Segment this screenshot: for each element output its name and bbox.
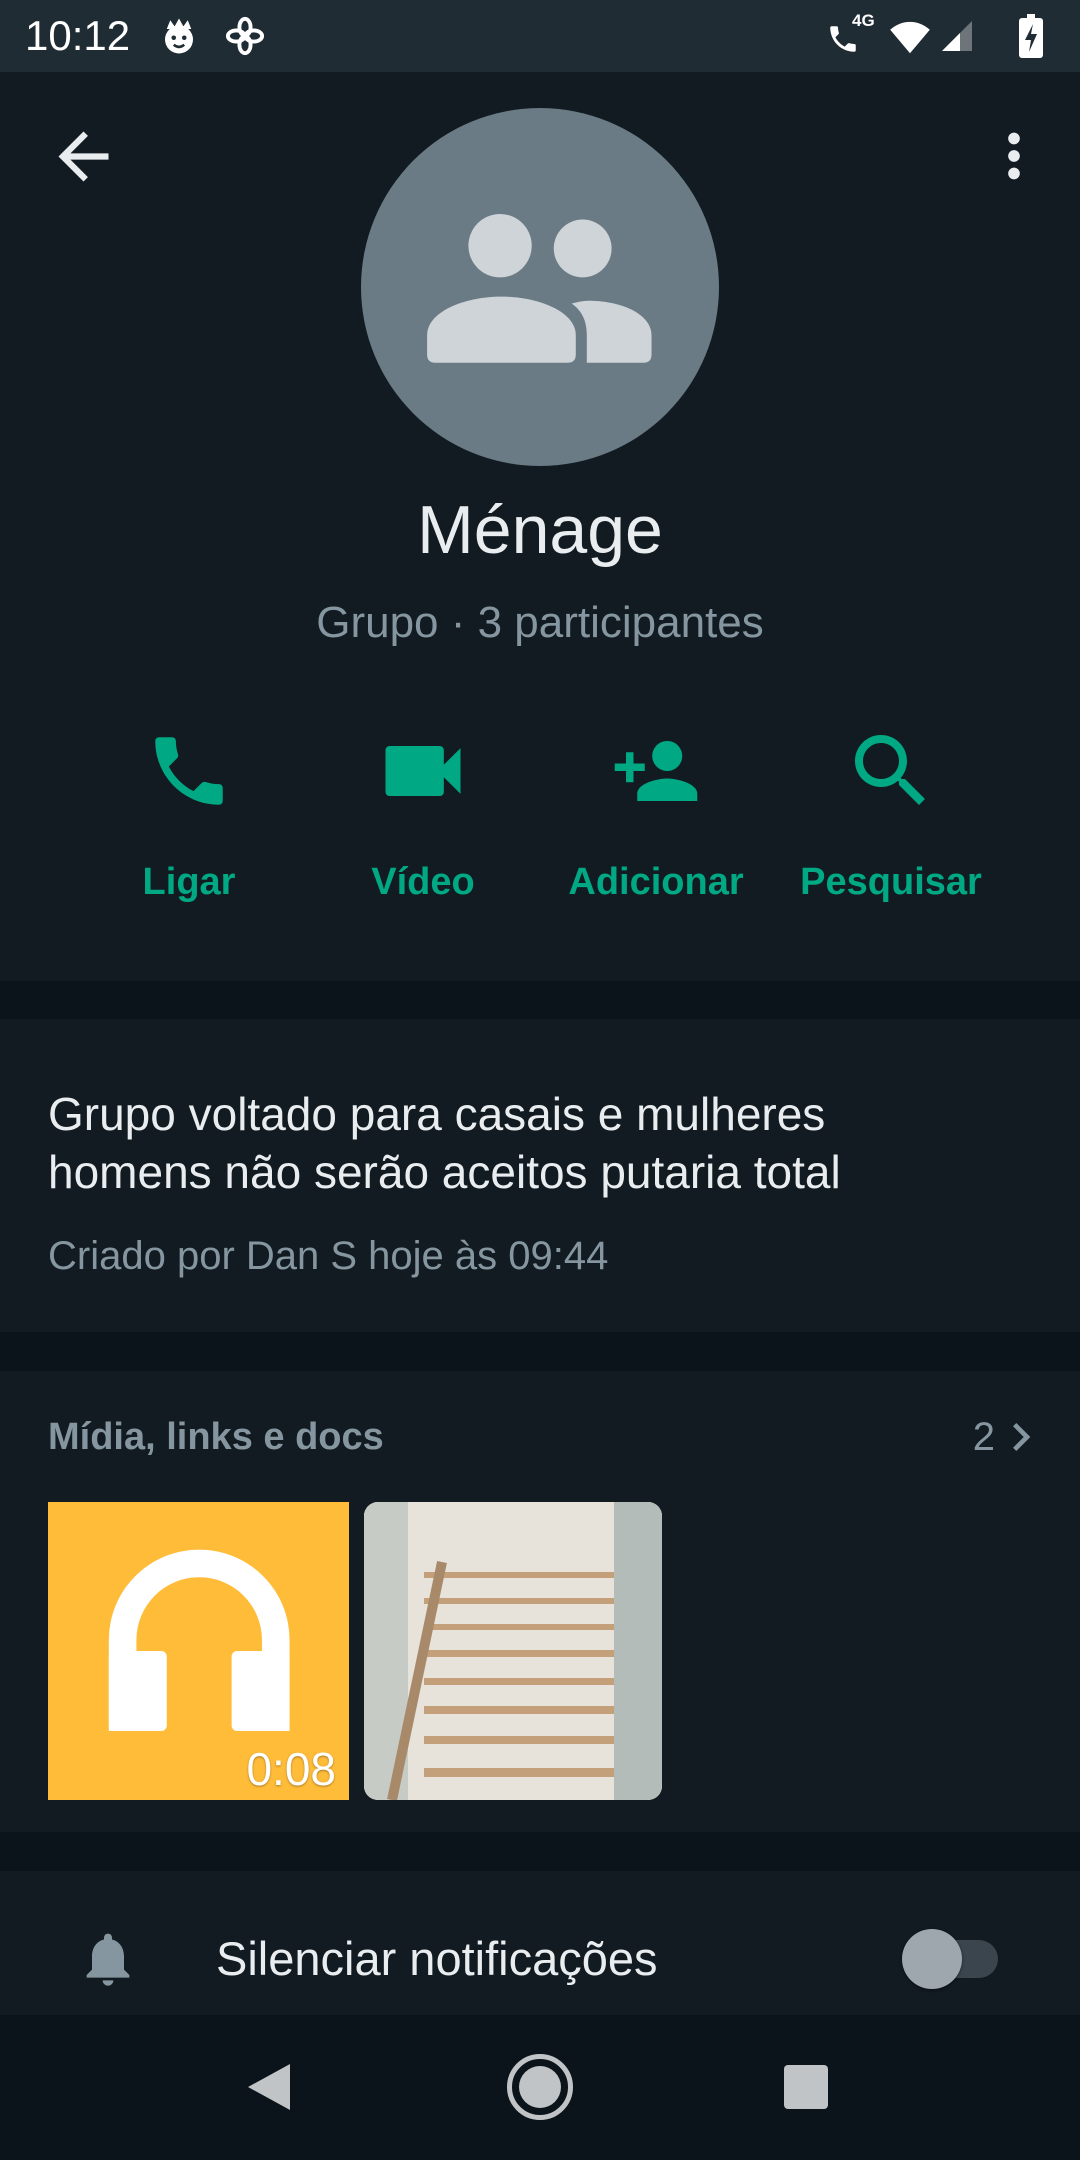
nav-recents-icon[interactable] [784, 2065, 828, 2109]
arrow-back-icon [46, 119, 121, 194]
add-participant-button[interactable]: Adicionar [541, 716, 771, 912]
add-person-icon [541, 716, 771, 826]
video-call-button[interactable]: Vídeo [308, 716, 538, 912]
call-button[interactable]: Ligar [74, 716, 304, 912]
call-label: Ligar [142, 861, 236, 903]
section-divider [0, 981, 1080, 1019]
bell-icon [76, 1927, 140, 1991]
created-by-text: Criado por Dan S hoje às 09:44 [48, 1234, 609, 1278]
group-avatar[interactable] [361, 108, 719, 466]
status-time: 10:12 [25, 12, 131, 59]
system-nav-bar [0, 2015, 1080, 2160]
menu-button[interactable] [979, 121, 1049, 191]
group-name: Ménage [417, 492, 663, 568]
media-thumbnail-audio[interactable]: 0:08 [48, 1502, 349, 1800]
group-subtitle: Grupo · 3 participantes [316, 598, 764, 647]
group-description-card[interactable]: Grupo voltado para casais e mulheres hom… [0, 1019, 1080, 1332]
more-vert-icon [979, 121, 1049, 191]
mute-notifications-label: Silenciar notificações [216, 1932, 658, 1985]
description-line: homens não serão aceitos putaria total [48, 1146, 841, 1198]
description-line: Grupo voltado para casais e mulheres [48, 1088, 826, 1140]
add-label: Adicionar [568, 861, 744, 903]
pinwheel-icon [224, 15, 266, 57]
media-thumbnail-photo[interactable] [364, 1502, 662, 1800]
search-icon [776, 716, 1006, 826]
phone-icon [74, 716, 304, 826]
section-divider [0, 1832, 1080, 1871]
status-bar: 10:12 4G [0, 0, 1080, 72]
audio-duration: 0:08 [246, 1743, 336, 1795]
media-section-title[interactable]: Mídia, links e docs [48, 1413, 384, 1461]
signal-icon [939, 18, 975, 54]
nav-back-icon[interactable] [246, 2062, 292, 2112]
search-button[interactable]: Pesquisar [776, 716, 1006, 912]
app-notification-icon [158, 15, 200, 57]
section-divider [0, 1332, 1080, 1371]
wifi-icon [888, 19, 932, 55]
chevron-right-icon[interactable] [993, 1409, 1049, 1465]
video-icon [308, 716, 538, 826]
group-icon [361, 108, 719, 466]
video-label: Vídeo [371, 861, 475, 903]
media-count[interactable]: 2 [950, 1413, 995, 1461]
search-label: Pesquisar [800, 861, 982, 903]
back-button[interactable] [46, 119, 121, 194]
battery-charging-icon [1018, 14, 1044, 58]
nav-home-dot [519, 2066, 561, 2108]
toggle-knob [902, 1929, 962, 1989]
mute-toggle[interactable] [902, 1929, 1006, 1989]
network-type-label: 4G [852, 11, 875, 30]
